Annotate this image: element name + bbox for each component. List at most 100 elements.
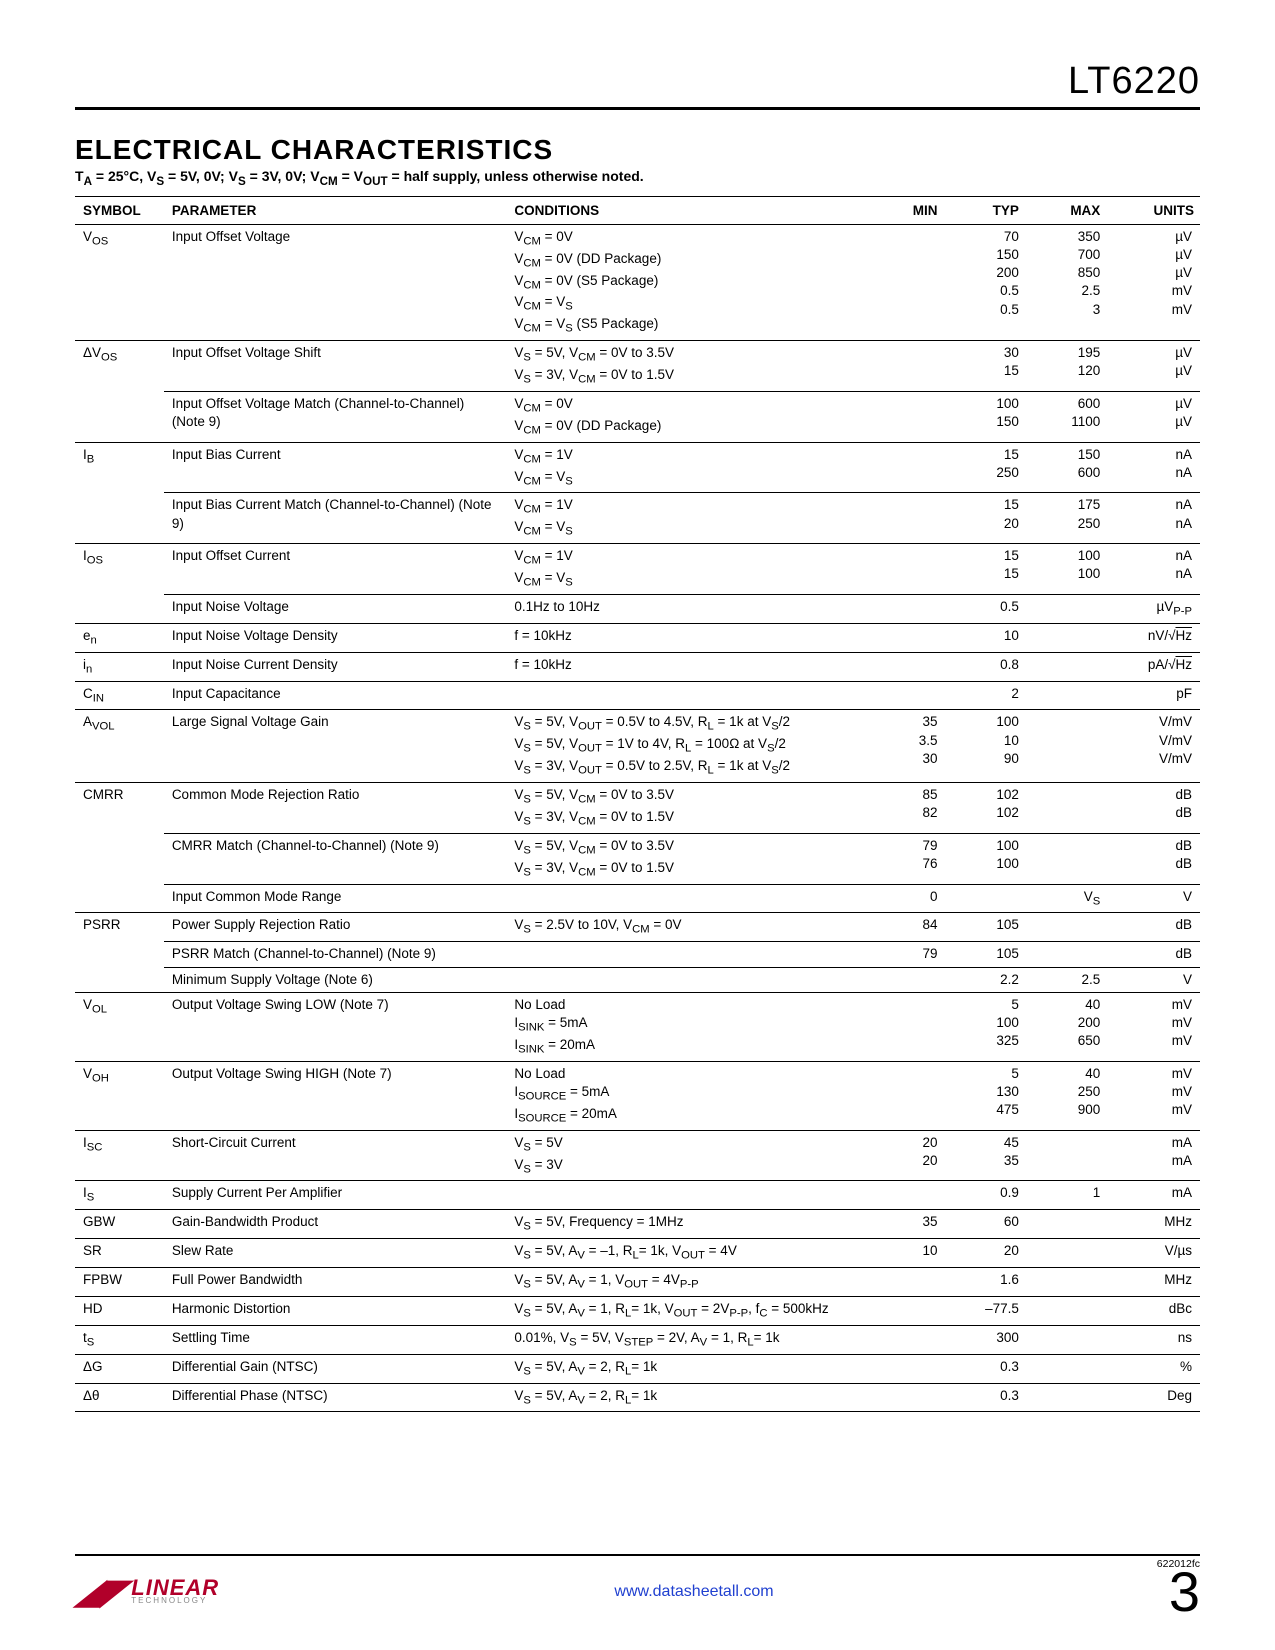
conditions-cell	[506, 884, 870, 913]
units-cell: V/µs	[1114, 1239, 1200, 1268]
table-row: SRSlew RateVS = 5V, AV = –1, RL= 1k, VOU…	[75, 1239, 1200, 1268]
max-cell: 3507008502.53	[1033, 224, 1114, 340]
typ-cell: 4535	[952, 1130, 1033, 1181]
conditions-cell: VS = 5V, AV = 1, RL= 1k, VOUT = 2VP-P, f…	[506, 1296, 870, 1325]
min-cell	[870, 967, 951, 992]
max-cell	[1033, 623, 1114, 652]
parameter-cell: Input Offset Voltage Match (Channel-to-C…	[164, 391, 507, 442]
min-cell	[870, 652, 951, 681]
conditions-cell: VS = 5V, AV = –1, RL= 1k, VOUT = 4V	[506, 1239, 870, 1268]
symbol-cell	[75, 967, 164, 992]
symbol-cell: AVOL	[75, 710, 164, 783]
max-cell	[1033, 942, 1114, 967]
symbol-cell: FPBW	[75, 1268, 164, 1297]
max-cell: 6001100	[1033, 391, 1114, 442]
page-number: 3	[1169, 1564, 1200, 1620]
parameter-cell: Harmonic Distortion	[164, 1296, 507, 1325]
symbol-cell: SR	[75, 1239, 164, 1268]
typ-cell: 1001090	[952, 710, 1033, 783]
typ-cell: 1520	[952, 493, 1033, 544]
parameter-cell: Input Noise Voltage	[164, 594, 507, 623]
min-cell	[870, 681, 951, 710]
typ-cell: 0.5	[952, 594, 1033, 623]
typ-cell: 5130475	[952, 1061, 1033, 1130]
units-cell: dB	[1114, 942, 1200, 967]
parameter-cell: Common Mode Rejection Ratio	[164, 783, 507, 834]
table-row: inInput Noise Current Densityf = 10kHz 0…	[75, 652, 1200, 681]
symbol-cell: IB	[75, 442, 164, 493]
units-cell: µVµV	[1114, 341, 1200, 392]
table-row: ΔGDifferential Gain (NTSC)VS = 5V, AV = …	[75, 1354, 1200, 1383]
conditions-cell: VS = 5V, VCM = 0V to 3.5VVS = 3V, VCM = …	[506, 341, 870, 392]
min-cell	[870, 493, 951, 544]
symbol-cell: Δθ	[75, 1383, 164, 1412]
symbol-cell	[75, 493, 164, 544]
min-cell	[870, 1325, 951, 1354]
conditions-cell	[506, 967, 870, 992]
symbol-cell: VOH	[75, 1061, 164, 1130]
max-cell	[1033, 652, 1114, 681]
typ-cell: 1515	[952, 544, 1033, 595]
min-cell	[870, 1181, 951, 1210]
max-cell	[1033, 1268, 1114, 1297]
conditions-cell: No LoadISINK = 5mAISINK = 20mA	[506, 992, 870, 1061]
max-cell	[1033, 1354, 1114, 1383]
page-footer: ◢◤ LINEAR TECHNOLOGY www.datasheetall.co…	[75, 1524, 1200, 1620]
source-link[interactable]: www.datasheetall.com	[614, 1583, 773, 1601]
max-cell: 2.5	[1033, 967, 1114, 992]
typ-cell: 100150	[952, 391, 1033, 442]
col-symbol: SYMBOL	[75, 196, 164, 224]
conditions-cell: VCM = 1VVCM = VS	[506, 544, 870, 595]
min-cell: 79	[870, 942, 951, 967]
conditions-cell: 0.01%, VS = 5V, VSTEP = 2V, AV = 1, RL= …	[506, 1325, 870, 1354]
min-cell: 2020	[870, 1130, 951, 1181]
conditions-cell: VCM = 1VVCM = VS	[506, 442, 870, 493]
conditions-cell: VCM = 0VVCM = 0V (DD Package)	[506, 391, 870, 442]
typ-cell: 2	[952, 681, 1033, 710]
conditions-cell: VS = 5V, VOUT = 0.5V to 4.5V, RL = 1k at…	[506, 710, 870, 783]
max-cell	[1033, 783, 1114, 834]
table-row: AVOLLarge Signal Voltage GainVS = 5V, VO…	[75, 710, 1200, 783]
typ-cell: 300	[952, 1325, 1033, 1354]
table-row: CMRR Match (Channel-to-Channel) (Note 9)…	[75, 833, 1200, 884]
units-cell: pF	[1114, 681, 1200, 710]
typ-cell: 102102	[952, 783, 1033, 834]
symbol-cell: PSRR	[75, 913, 164, 942]
typ-cell: 100100	[952, 833, 1033, 884]
symbol-cell: VOS	[75, 224, 164, 340]
symbol-cell	[75, 391, 164, 442]
symbol-cell: en	[75, 623, 164, 652]
parameter-cell: Input Bias Current Match (Channel-to-Cha…	[164, 493, 507, 544]
min-cell	[870, 1383, 951, 1412]
conditions-cell	[506, 1181, 870, 1210]
units-cell: Deg	[1114, 1383, 1200, 1412]
typ-cell: 701502000.50.5	[952, 224, 1033, 340]
parameter-cell: Output Voltage Swing LOW (Note 7)	[164, 992, 507, 1061]
col-units: UNITS	[1114, 196, 1200, 224]
table-row: VOHOutput Voltage Swing HIGH (Note 7)No …	[75, 1061, 1200, 1130]
max-cell	[1033, 913, 1114, 942]
min-cell	[870, 224, 951, 340]
table-row: VOLOutput Voltage Swing LOW (Note 7)No L…	[75, 992, 1200, 1061]
col-min: MIN	[870, 196, 951, 224]
parameter-cell: Output Voltage Swing HIGH (Note 7)	[164, 1061, 507, 1130]
units-cell: MHz	[1114, 1210, 1200, 1239]
typ-cell: 2.2	[952, 967, 1033, 992]
typ-cell	[952, 884, 1033, 913]
typ-cell: 105	[952, 942, 1033, 967]
min-cell: 8582	[870, 783, 951, 834]
col-typ: TYP	[952, 196, 1033, 224]
conditions-cell	[506, 681, 870, 710]
table-row: Input Bias Current Match (Channel-to-Cha…	[75, 493, 1200, 544]
units-cell: V	[1114, 967, 1200, 992]
units-cell: nV/√Hz	[1114, 623, 1200, 652]
symbol-cell: CIN	[75, 681, 164, 710]
table-row: IOSInput Offset CurrentVCM = 1VVCM = VS …	[75, 544, 1200, 595]
symbol-cell: tS	[75, 1325, 164, 1354]
min-cell: 0	[870, 884, 951, 913]
parameter-cell: Input Bias Current	[164, 442, 507, 493]
units-cell: µVµVµVmVmV	[1114, 224, 1200, 340]
typ-cell: 3015	[952, 341, 1033, 392]
symbol-cell: ΔG	[75, 1354, 164, 1383]
table-row: VOSInput Offset VoltageVCM = 0VVCM = 0V …	[75, 224, 1200, 340]
